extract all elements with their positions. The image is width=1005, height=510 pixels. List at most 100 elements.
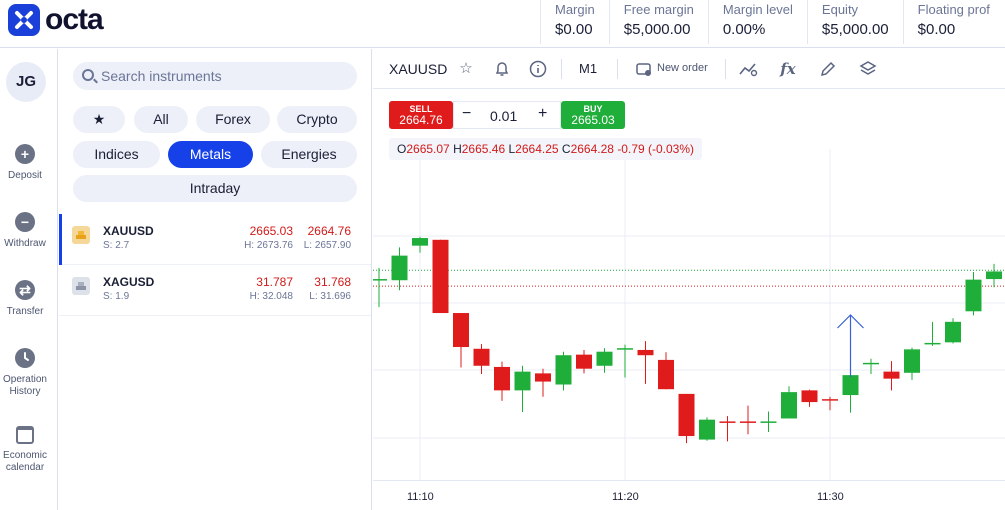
nav-deposit[interactable]: + Deposit (0, 144, 50, 182)
candle-body (760, 421, 777, 423)
candle-body (637, 349, 654, 356)
lot-decrease-button[interactable]: − (462, 105, 471, 123)
candle-body (719, 421, 736, 423)
ohlc-change: -0.79 (-0.03%) (617, 142, 695, 156)
filter-crypto[interactable]: Crypto (277, 106, 357, 133)
clock-icon (15, 348, 35, 368)
filter-indices[interactable]: Indices (73, 141, 160, 168)
candle-body (678, 393, 695, 437)
octa-logo-icon (8, 4, 40, 36)
x-tick-label: 11:20 (612, 491, 639, 503)
candle-body (945, 321, 961, 343)
filter-intraday[interactable]: Intraday (73, 175, 357, 202)
stat-value: $0.00 (917, 21, 956, 38)
instrument-spread: S: 1.9 (103, 291, 130, 302)
instrument-bid: 31.787 (256, 275, 293, 289)
ohlc-low: 2664.25 (515, 142, 559, 156)
candle-body (576, 354, 592, 369)
instruments-panel: ★ All Forex Crypto Indices Metals Energi… (59, 49, 372, 510)
candle-body (883, 371, 900, 379)
instrument-bid: 2665.03 (249, 224, 293, 238)
nav-withdraw[interactable]: − Withdraw (0, 212, 50, 250)
nav-label: Economic calendar (3, 450, 47, 473)
account-stats: Margin $0.00 Free margin $5,000.00 Margi… (540, 0, 1004, 48)
candle-body (453, 313, 469, 348)
lot-increase-button[interactable]: + (538, 105, 547, 123)
lot-stepper: − 0.01 + (453, 101, 561, 129)
filter-favorites[interactable]: ★ (73, 106, 125, 133)
candle-body (986, 271, 1002, 280)
buy-button[interactable]: BUY 2665.03 (561, 101, 625, 129)
chart-area: XAUUSD ☆ M1 New order fx SELL 2664.76 − … (373, 49, 1005, 510)
candle-body (473, 348, 490, 366)
ohlc-open-label: O (397, 142, 407, 156)
stat-label: Margin (555, 2, 595, 17)
filter-all[interactable]: All (134, 106, 188, 133)
nav-operation-history[interactable]: Operation History (0, 348, 50, 398)
nav-label: Transfer (6, 306, 44, 317)
left-nav: JG + Deposit − Withdraw ⇄ Transfer Opera… (0, 49, 58, 510)
candle-body (658, 359, 674, 390)
gold-bar-icon (72, 226, 90, 244)
instrument-symbol: XAGUSD (103, 275, 155, 289)
stat-value: $5,000.00 (623, 21, 691, 38)
instrument-high: H: 2673.76 (244, 240, 293, 251)
candle-body (514, 371, 531, 391)
sell-price: 2664.76 (399, 113, 443, 127)
silver-bar-icon (72, 277, 90, 295)
octa-logo[interactable]: octa (8, 4, 104, 36)
stat-value: 0.00% (722, 21, 766, 38)
instrument-ask: 31.768 (314, 275, 351, 289)
ohlc-open: 2665.07 (406, 142, 450, 156)
stat-equity: Equity $5,000.00 (806, 0, 903, 44)
candle-body (965, 279, 982, 312)
candle-body (535, 373, 551, 382)
stat-label: Floating prof (917, 2, 990, 17)
instrument-symbol: XAUUSD (103, 224, 154, 238)
stat-label: Free margin (623, 2, 694, 17)
ohlc-close: 2664.28 (570, 142, 614, 156)
stat-value: $5,000.00 (821, 21, 889, 38)
buy-price: 2665.03 (571, 113, 615, 127)
time-axis: 11:10 11:20 11:30 (373, 480, 1005, 510)
nav-transfer[interactable]: ⇄ Transfer (0, 280, 50, 318)
candle-body (904, 349, 920, 373)
stat-floating-profit: Floating prof $0.00 (902, 0, 1004, 44)
instrument-low: L: 2657.90 (303, 240, 351, 251)
candle-body (391, 255, 408, 281)
instrument-ask: 2664.76 (307, 224, 351, 238)
candle-body (801, 390, 818, 403)
filter-forex[interactable]: Forex (196, 106, 270, 133)
candle-body (432, 239, 449, 314)
search-input[interactable] (101, 62, 351, 90)
stat-margin-level: Margin level 0.00% (707, 0, 807, 44)
candle-body (842, 375, 859, 396)
ohlc-high-label: H (453, 142, 462, 156)
search-box[interactable] (73, 62, 357, 90)
calendar-icon (16, 426, 34, 444)
plus-circle-icon: + (15, 144, 35, 164)
ohlc-close-label: C (561, 142, 571, 156)
stat-margin: Margin $0.00 (540, 0, 609, 44)
lot-size-input[interactable]: 0.01 (490, 108, 517, 124)
avatar[interactable]: JG (6, 62, 46, 102)
instrument-row-xauusd[interactable]: XAUUSD S: 2.7 2665.03 2664.76 H: 2673.76… (59, 214, 371, 265)
nav-label: Withdraw (4, 238, 46, 249)
stat-free-margin: Free margin $5,000.00 (608, 0, 708, 44)
minus-circle-icon: − (15, 212, 35, 232)
candle-body (412, 238, 428, 246)
sell-button[interactable]: SELL 2664.76 (389, 101, 453, 129)
candle-body (373, 279, 387, 281)
instrument-spread: S: 2.7 (103, 240, 130, 251)
nav-economic-calendar[interactable]: Economic calendar (0, 426, 50, 474)
candle-body (863, 362, 879, 365)
instrument-row-xagusd[interactable]: XAGUSD S: 1.9 31.787 31.768 H: 32.048 L:… (59, 265, 371, 316)
filter-energies[interactable]: Energies (261, 141, 357, 168)
ohlc-legend: O2665.07 H2665.46 L2664.25 C2664.28 -0.7… (389, 138, 703, 160)
top-bar: octa Margin $0.00 Free margin $5,000.00 … (0, 0, 1005, 48)
ohlc-high: 2665.46 (461, 142, 506, 156)
filter-metals[interactable]: Metals (168, 141, 253, 168)
candle-body (781, 392, 797, 419)
candle-body (555, 355, 572, 385)
search-icon (82, 69, 94, 81)
